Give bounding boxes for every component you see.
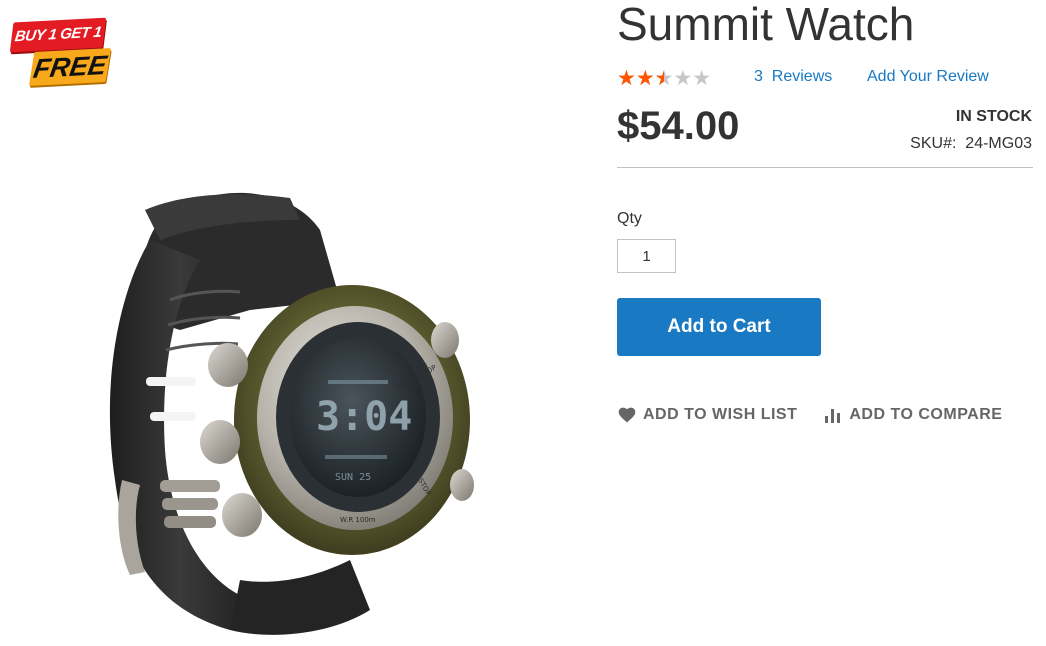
svg-text:W.R 100m: W.R 100m bbox=[340, 516, 376, 524]
reviews-link[interactable]: 3 Reviews bbox=[754, 68, 832, 86]
product-sku: SKU#: 24-MG03 bbox=[910, 135, 1032, 152]
watch-image: 3:04 SUN 25 W.R 100m START/STOP STOP bbox=[109, 192, 474, 635]
heart-icon bbox=[617, 405, 637, 425]
product-rating: ★★★★★ ★★★★★ bbox=[617, 67, 711, 89]
qty-label: Qty bbox=[617, 210, 642, 227]
add-to-compare-label: Add to Compare bbox=[849, 406, 1003, 423]
add-to-cart-button[interactable]: Add to Cart bbox=[617, 298, 821, 356]
add-to-wishlist-label: Add to Wish List bbox=[643, 406, 798, 423]
qty-input[interactable] bbox=[617, 239, 676, 273]
add-to-compare-link[interactable]: Add to Compare bbox=[823, 405, 1002, 425]
svg-text:SUN 25: SUN 25 bbox=[335, 472, 371, 483]
add-to-wishlist-link[interactable]: Add to Wish List bbox=[617, 405, 797, 425]
product-image[interactable]: 3:04 SUN 25 W.R 100m START/STOP STOP bbox=[100, 180, 480, 640]
product-social-actions: Add to Wish List Add to Compare bbox=[617, 405, 1002, 425]
divider bbox=[617, 167, 1033, 168]
bar-chart-icon bbox=[823, 405, 843, 425]
promo-badge: BUY 1 GET 1 FREE bbox=[9, 17, 112, 88]
product-title: Summit Watch bbox=[617, 0, 915, 50]
product-page: BUY 1 GET 1 FREE 3:04 SUN 25 W.R 100m ST… bbox=[0, 0, 1046, 646]
product-price: $54.00 bbox=[617, 104, 740, 148]
promo-badge-line2: FREE bbox=[28, 48, 112, 86]
rating-stars: ★★★★★ ★★★★★ bbox=[617, 67, 711, 89]
rating-stars-filled: ★★★★★ bbox=[617, 67, 664, 89]
promo-badge-line1: BUY 1 GET 1 bbox=[9, 17, 107, 53]
svg-text:3:04: 3:04 bbox=[316, 394, 412, 440]
stock-status: In stock bbox=[955, 108, 1032, 125]
add-review-link[interactable]: Add Your Review bbox=[867, 68, 989, 86]
